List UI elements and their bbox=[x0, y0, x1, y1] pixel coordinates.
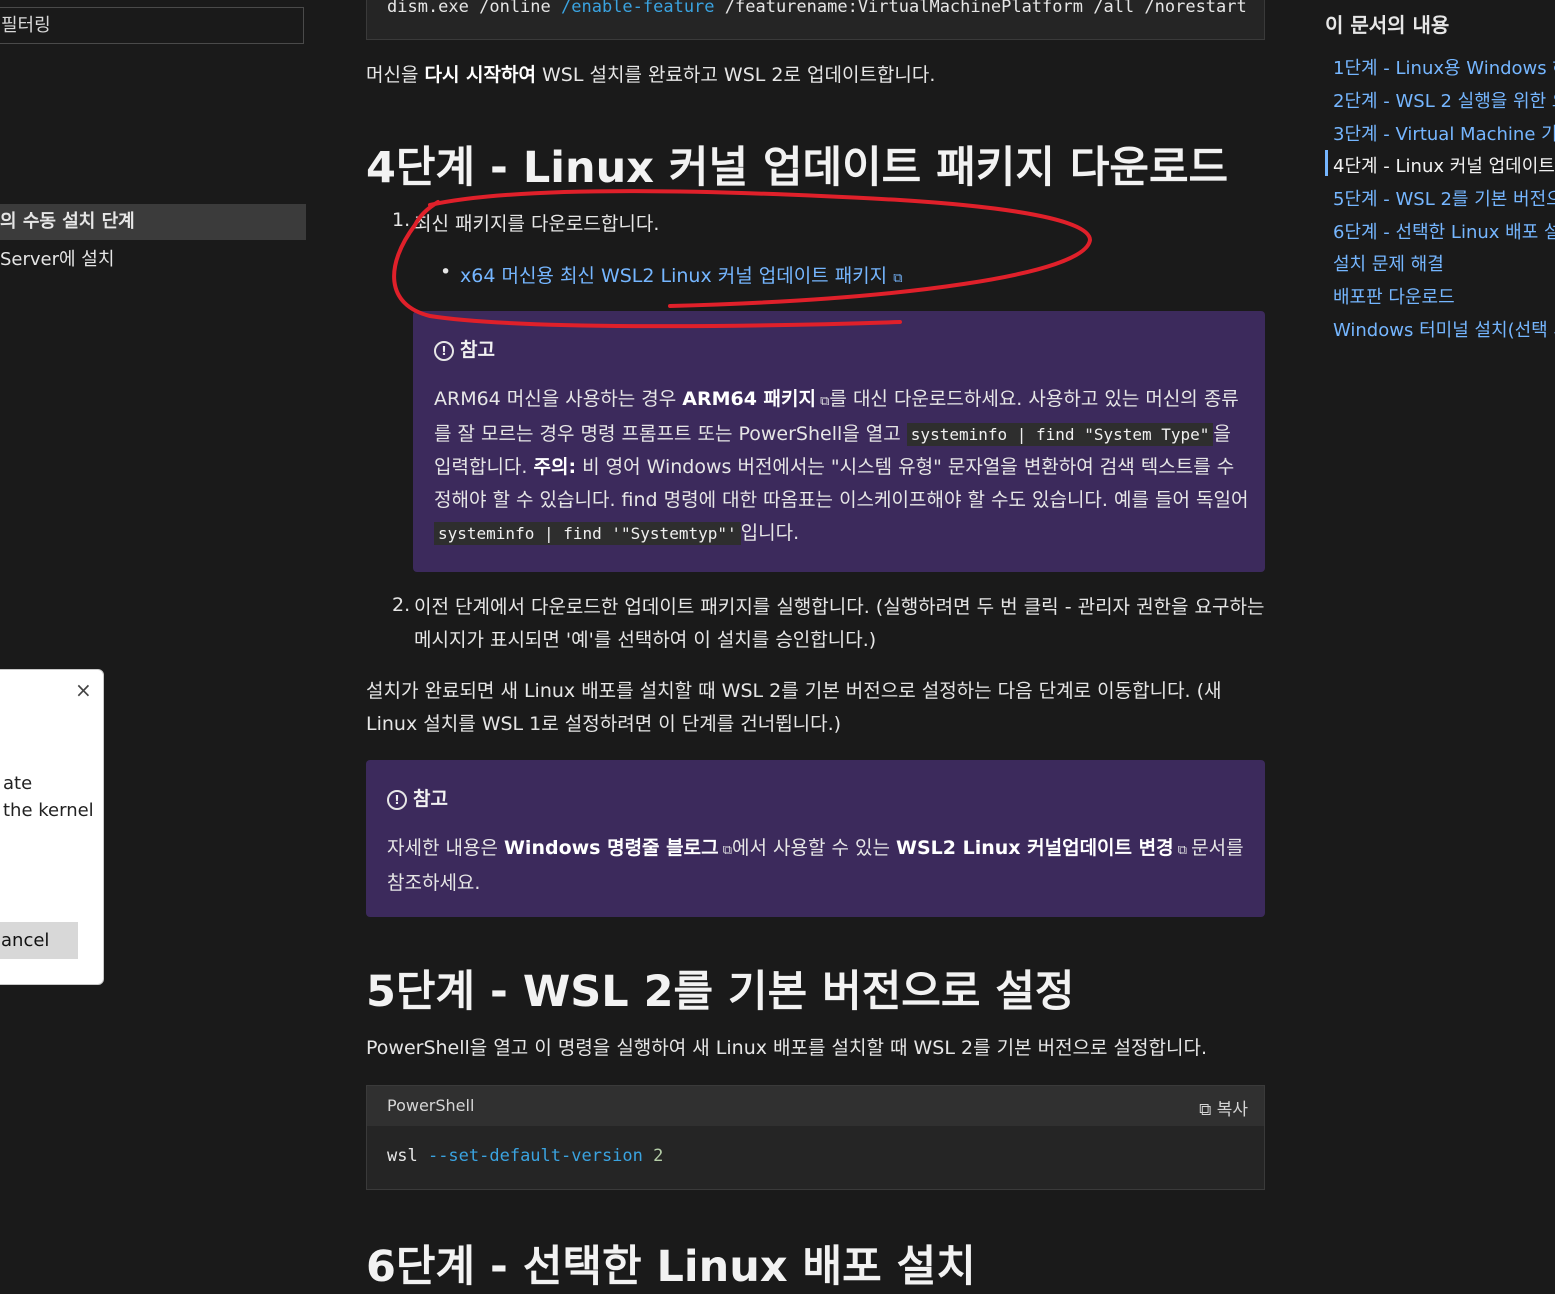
list-number: 1. bbox=[392, 209, 411, 231]
external-link-icon: ⧉ bbox=[718, 843, 733, 858]
kernel-package-link[interactable]: x64 머신용 최신 WSL2 Linux 커널 업데이트 패키지 ⧉ bbox=[460, 261, 902, 288]
step5-paragraph: PowerShell을 열고 이 명령을 실행하여 새 Linux 배포를 설치… bbox=[366, 1037, 1207, 1059]
toc-title: 이 문서의 내용 bbox=[1325, 13, 1450, 37]
inline-code: systeminfo | find "System Type" bbox=[906, 423, 1214, 446]
toc-item-step3[interactable]: 3단계 - Virtual Machine 기능 bbox=[1333, 120, 1555, 146]
code-block-powershell: PowerShell ⧉ 복사 wsl --set-default-versio… bbox=[366, 1085, 1265, 1190]
link-text: Windows 명령줄 블로그 bbox=[503, 837, 719, 859]
code-block-dism: dism.exe /online /enable-feature /featur… bbox=[366, 0, 1265, 40]
code-token: --set-default-version bbox=[427, 1146, 643, 1166]
link-text: ARM64 패키지 bbox=[682, 388, 816, 410]
code-block-header bbox=[367, 1086, 1264, 1126]
note-title: ! 참고 bbox=[434, 335, 495, 362]
cancel-button[interactable]: ancel bbox=[0, 922, 78, 959]
sidebar-item-label: 의 수동 설치 단계 bbox=[0, 211, 135, 232]
close-icon[interactable]: × bbox=[75, 678, 92, 702]
code-token: 2 bbox=[642, 1146, 664, 1166]
link-text: x64 머신용 최신 WSL2 Linux 커널 업데이트 패키지 bbox=[460, 265, 888, 287]
code-token: wsl bbox=[387, 1146, 428, 1166]
copy-label: 복사 bbox=[1216, 1100, 1248, 1120]
toc-item-step4[interactable]: 4단계 - Linux 커널 업데이트 bbox=[1333, 152, 1555, 178]
setup-dialog: × ate the kernel ancel bbox=[0, 669, 104, 985]
toc-item-step2[interactable]: 2단계 - WSL 2 실행을 위한 요 bbox=[1333, 87, 1555, 113]
toc-item-troubleshoot[interactable]: 설치 문제 해결 bbox=[1333, 250, 1444, 276]
bold-text: 주의: bbox=[533, 456, 577, 478]
note-body: 자세한 내용은 Windows 명령줄 블로그 ⧉에서 사용할 수 있는 WSL… bbox=[387, 832, 1247, 900]
info-icon: ! bbox=[387, 790, 407, 810]
note-title: ! 참고 bbox=[387, 784, 448, 811]
note-title-text: 참고 bbox=[460, 339, 495, 361]
sidebar-item-label: Server에 설치 bbox=[0, 249, 115, 270]
external-link-icon: ⧉ bbox=[1173, 843, 1192, 858]
text: 머신을 bbox=[366, 64, 425, 86]
code-language-label: PowerShell bbox=[387, 1096, 475, 1115]
sidebar-item-server-install[interactable]: Server에 설치 bbox=[0, 248, 114, 272]
info-icon: ! bbox=[434, 341, 454, 361]
code-token: /featurename:VirtualMachinePlatform /all… bbox=[714, 0, 1247, 17]
filter-label: 필터링 bbox=[1, 15, 51, 36]
code-line: wsl --set-default-version 2 bbox=[387, 1146, 663, 1166]
filter-input[interactable]: 필터링 bbox=[0, 7, 304, 44]
link-text: WSL2 Linux 커널업데이트 변경 bbox=[896, 837, 1174, 859]
code-line: dism.exe /online /enable-feature /featur… bbox=[387, 0, 1247, 17]
text: 에서 사용할 수 있는 bbox=[732, 837, 897, 859]
toc-item-step1[interactable]: 1단계 - Linux용 Windows 하위 bbox=[1333, 54, 1555, 80]
text: WSL 설치를 완료하고 WSL 2로 업데이트합니다. bbox=[535, 64, 936, 86]
dialog-text-line: ate bbox=[3, 773, 33, 794]
text: ARM64 머신을 사용하는 경우 bbox=[434, 388, 683, 410]
external-link-icon: ⧉ bbox=[816, 394, 830, 409]
text: 자세한 내용은 bbox=[387, 837, 504, 859]
step6-heading: 6단계 - 선택한 Linux 배포 설치 bbox=[366, 1242, 976, 1292]
dialog-text-line: the kernel bbox=[3, 800, 94, 821]
copy-icon: ⧉ bbox=[1199, 1100, 1212, 1120]
toc-active-indicator bbox=[1325, 150, 1328, 176]
note-body: ARM64 머신을 사용하는 경우 ARM64 패키지 ⧉를 대신 다운로드하세… bbox=[434, 383, 1249, 550]
toc-item-step5[interactable]: 5단계 - WSL 2를 기본 버전으 bbox=[1333, 185, 1555, 211]
toc-item-terminal[interactable]: Windows 터미널 설치(선택 사 bbox=[1333, 316, 1555, 342]
bold-text: 다시 시작하여 bbox=[424, 64, 536, 86]
list-item-text: 최신 패키지를 다운로드합니다. bbox=[414, 213, 660, 235]
copy-button[interactable]: ⧉ 복사 bbox=[1199, 1095, 1248, 1120]
note-title-text: 참고 bbox=[413, 788, 448, 810]
sidebar-item-manual-install[interactable]: 의 수동 설치 단계 bbox=[0, 204, 306, 240]
list-number: 2. bbox=[392, 594, 411, 616]
inline-code: systeminfo | find '"Systemtyp"' bbox=[434, 522, 741, 545]
restart-paragraph: 머신을 다시 시작하여 WSL 설치를 완료하고 WSL 2로 업데이트합니다. bbox=[366, 59, 1265, 92]
toc-item-step6[interactable]: 6단계 - 선택한 Linux 배포 설 bbox=[1333, 218, 1555, 244]
code-token: dism.exe /online bbox=[387, 0, 561, 17]
cli-blog-link[interactable]: Windows 명령줄 블로그 bbox=[504, 837, 719, 859]
text: 입니다. bbox=[740, 522, 800, 544]
note-callout-blog: ! 참고 자세한 내용은 Windows 명령줄 블로그 ⧉에서 사용할 수 있는… bbox=[366, 760, 1265, 917]
note-callout-arm64: ! 참고 ARM64 머신을 사용하는 경우 ARM64 패키지 ⧉를 대신 다운… bbox=[413, 311, 1265, 572]
after-install-paragraph: 설치가 완료되면 새 Linux 배포를 설치할 때 WSL 2를 기본 버전으… bbox=[366, 680, 1222, 735]
code-token: /enable-feature bbox=[561, 0, 715, 17]
list-item-text: 이전 단계에서 다운로드한 업데이트 패키지를 실행합니다. (실행하려면 두 … bbox=[414, 596, 1265, 651]
toc-item-download-distro[interactable]: 배포판 다운로드 bbox=[1333, 283, 1455, 309]
kernel-changelog-link[interactable]: WSL2 Linux 커널업데이트 변경 bbox=[896, 837, 1174, 859]
step4-heading: 4단계 - Linux 커널 업데이트 패키지 다운로드 bbox=[366, 143, 1229, 193]
step5-heading: 5단계 - WSL 2를 기본 버전으로 설정 bbox=[366, 967, 1075, 1017]
external-link-icon: ⧉ bbox=[893, 271, 903, 286]
bullet-icon: • bbox=[440, 261, 452, 283]
arm64-package-link[interactable]: ARM64 패키지 bbox=[682, 388, 816, 410]
